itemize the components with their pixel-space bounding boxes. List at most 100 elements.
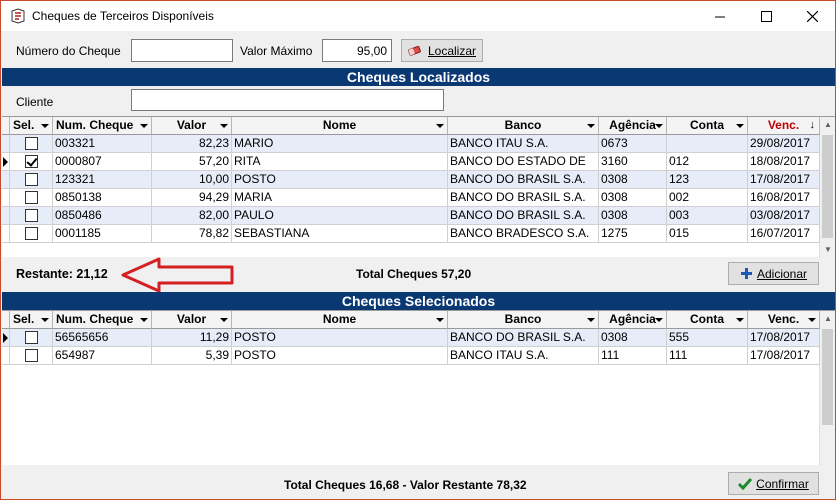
dropdown-arrow-icon[interactable] xyxy=(220,124,228,128)
maximize-button[interactable] xyxy=(743,1,789,31)
column-header-label: Conta xyxy=(690,312,724,326)
column-header-banco[interactable]: Banco xyxy=(448,117,599,135)
sort-desc-icon[interactable]: ↓ xyxy=(810,117,816,134)
dropdown-arrow-icon[interactable] xyxy=(587,124,595,128)
valor-maximo-input[interactable] xyxy=(322,39,392,62)
dropdown-arrow-icon[interactable] xyxy=(140,318,148,322)
dropdown-arrow-icon[interactable] xyxy=(655,318,663,322)
dropdown-arrow-icon[interactable] xyxy=(436,318,444,322)
column-header-agencia[interactable]: Agência xyxy=(599,311,667,329)
cell-conta: 123 xyxy=(667,171,748,189)
cell-venc: 16/07/2017 xyxy=(748,225,820,243)
column-header-label: Nome xyxy=(322,312,357,326)
table-row[interactable]: 56565656 11,29 POSTO BANCO DO BRASIL S.A. 03… xyxy=(2,329,820,347)
column-header-venc[interactable]: Venc. xyxy=(748,311,820,329)
table-row[interactable]: 0850486 82,00 PAULO BANCO DO BRASIL S.A. 030… xyxy=(2,207,820,225)
cell-venc: 03/08/2017 xyxy=(748,207,820,225)
cell-banco: BANCO DO ESTADO DE xyxy=(448,153,599,171)
column-header-valor[interactable]: Valor xyxy=(152,311,232,329)
localizar-button[interactable]: Localizar xyxy=(401,39,483,62)
cell-sel[interactable] xyxy=(10,207,53,225)
dropdown-arrow-icon[interactable] xyxy=(220,318,228,322)
cell-banco: BANCO ITAU S.A. xyxy=(448,347,599,365)
minimize-button[interactable] xyxy=(697,1,743,31)
numero-cheque-input[interactable] xyxy=(131,39,233,62)
selecionados-scrollbar[interactable]: ▲ xyxy=(819,311,835,466)
cell-num-cheque: 123321 xyxy=(53,171,152,189)
localizados-scrollbar[interactable]: ▲ ▼ xyxy=(819,117,835,258)
scroll-thumb[interactable] xyxy=(822,135,833,238)
column-header-valor[interactable]: Valor xyxy=(152,117,232,135)
column-header-conta[interactable]: Conta xyxy=(667,117,748,135)
column-header-banco[interactable]: Banco xyxy=(448,311,599,329)
column-header-nome[interactable]: Nome xyxy=(232,117,448,135)
column-header-num-cheque[interactable]: Num. Cheque xyxy=(53,117,152,135)
cell-agencia: 0673 xyxy=(599,135,667,153)
table-row[interactable]: 0850138 94,29 MARIA BANCO DO BRASIL S.A. 030… xyxy=(2,189,820,207)
close-button[interactable] xyxy=(789,1,835,31)
cell-agencia: 111 xyxy=(599,347,667,365)
column-header-num-cheque[interactable]: Num. Cheque xyxy=(53,311,152,329)
dropdown-arrow-icon[interactable] xyxy=(436,124,444,128)
cell-banco: BANCO DO BRASIL S.A. xyxy=(448,329,599,347)
select-checkbox[interactable] xyxy=(25,349,38,362)
cell-agencia: 0308 xyxy=(599,189,667,207)
select-checkbox[interactable] xyxy=(25,227,38,240)
column-header-label: Nome xyxy=(322,118,357,132)
cell-sel[interactable] xyxy=(10,135,53,153)
column-header-sel[interactable]: Sel. xyxy=(10,311,53,329)
select-checkbox[interactable] xyxy=(25,191,38,204)
dropdown-arrow-icon[interactable] xyxy=(808,318,816,322)
scroll-up-icon[interactable]: ▲ xyxy=(824,121,832,129)
cell-num-cheque: 56565656 xyxy=(53,329,152,347)
column-header-label: Banco xyxy=(504,312,542,326)
cell-nome: POSTO xyxy=(232,171,448,189)
select-checkbox[interactable] xyxy=(25,137,38,150)
dropdown-arrow-icon[interactable] xyxy=(655,124,663,128)
cliente-input[interactable] xyxy=(131,89,444,111)
select-checkbox[interactable] xyxy=(25,331,38,344)
cell-sel[interactable] xyxy=(10,225,53,243)
cell-valor: 10,00 xyxy=(152,171,232,189)
cell-conta: 111 xyxy=(667,347,748,365)
dropdown-arrow-icon[interactable] xyxy=(140,124,148,128)
cell-conta: 002 xyxy=(667,189,748,207)
dropdown-arrow-icon[interactable] xyxy=(736,318,744,322)
confirmar-button[interactable]: Confirmar xyxy=(728,472,819,495)
dropdown-arrow-icon[interactable] xyxy=(587,318,595,322)
select-checkbox[interactable] xyxy=(25,155,38,168)
cliente-label: Cliente xyxy=(16,95,54,109)
cell-sel[interactable] xyxy=(10,329,53,347)
column-header-venc[interactable]: Venc. ↓ xyxy=(748,117,820,135)
dropdown-arrow-icon[interactable] xyxy=(736,124,744,128)
cell-agencia: 0308 xyxy=(599,207,667,225)
table-row[interactable]: 0000807 57,20 RITA BANCO DO ESTADO DE 3160 01… xyxy=(2,153,820,171)
select-checkbox[interactable] xyxy=(25,173,38,186)
table-row[interactable]: 654987 5,39 POSTO BANCO ITAU S.A. 111 111 17/0… xyxy=(2,347,820,365)
cell-sel[interactable] xyxy=(10,189,53,207)
table-row[interactable]: 003321 82,23 MARIO BANCO ITAU S.A. 0673 29/08… xyxy=(2,135,820,153)
check-icon xyxy=(738,478,753,490)
column-header-label: Valor xyxy=(176,118,207,132)
column-header-sel[interactable]: Sel. xyxy=(10,117,53,135)
window: Cheques de Terceiros Disponíveis Número … xyxy=(0,0,836,500)
cell-sel[interactable] xyxy=(10,153,53,171)
scroll-thumb[interactable] xyxy=(822,329,833,425)
select-checkbox[interactable] xyxy=(25,209,38,222)
scroll-up-icon[interactable]: ▲ xyxy=(824,315,832,323)
column-header-nome[interactable]: Nome xyxy=(232,311,448,329)
cell-sel[interactable] xyxy=(10,347,53,365)
total-localizados-label: Total Cheques 57,20 xyxy=(356,267,472,281)
column-header-agencia[interactable]: Agência xyxy=(599,117,667,135)
table-row[interactable]: 123321 10,00 POSTO BANCO DO BRASIL S.A. 0308… xyxy=(2,171,820,189)
dropdown-arrow-icon[interactable] xyxy=(41,318,49,322)
header-corner xyxy=(2,117,10,135)
column-header-label: Sel. xyxy=(13,312,35,326)
cell-nome: POSTO xyxy=(232,347,448,365)
adicionar-button[interactable]: Adicionar xyxy=(728,262,819,285)
scroll-down-icon[interactable]: ▼ xyxy=(824,246,832,254)
cell-sel[interactable] xyxy=(10,171,53,189)
dropdown-arrow-icon[interactable] xyxy=(41,124,49,128)
table-row[interactable]: 0001185 78,82 SEBASTIANA BANCO BRADESCO S.A… xyxy=(2,225,820,243)
column-header-conta[interactable]: Conta xyxy=(667,311,748,329)
